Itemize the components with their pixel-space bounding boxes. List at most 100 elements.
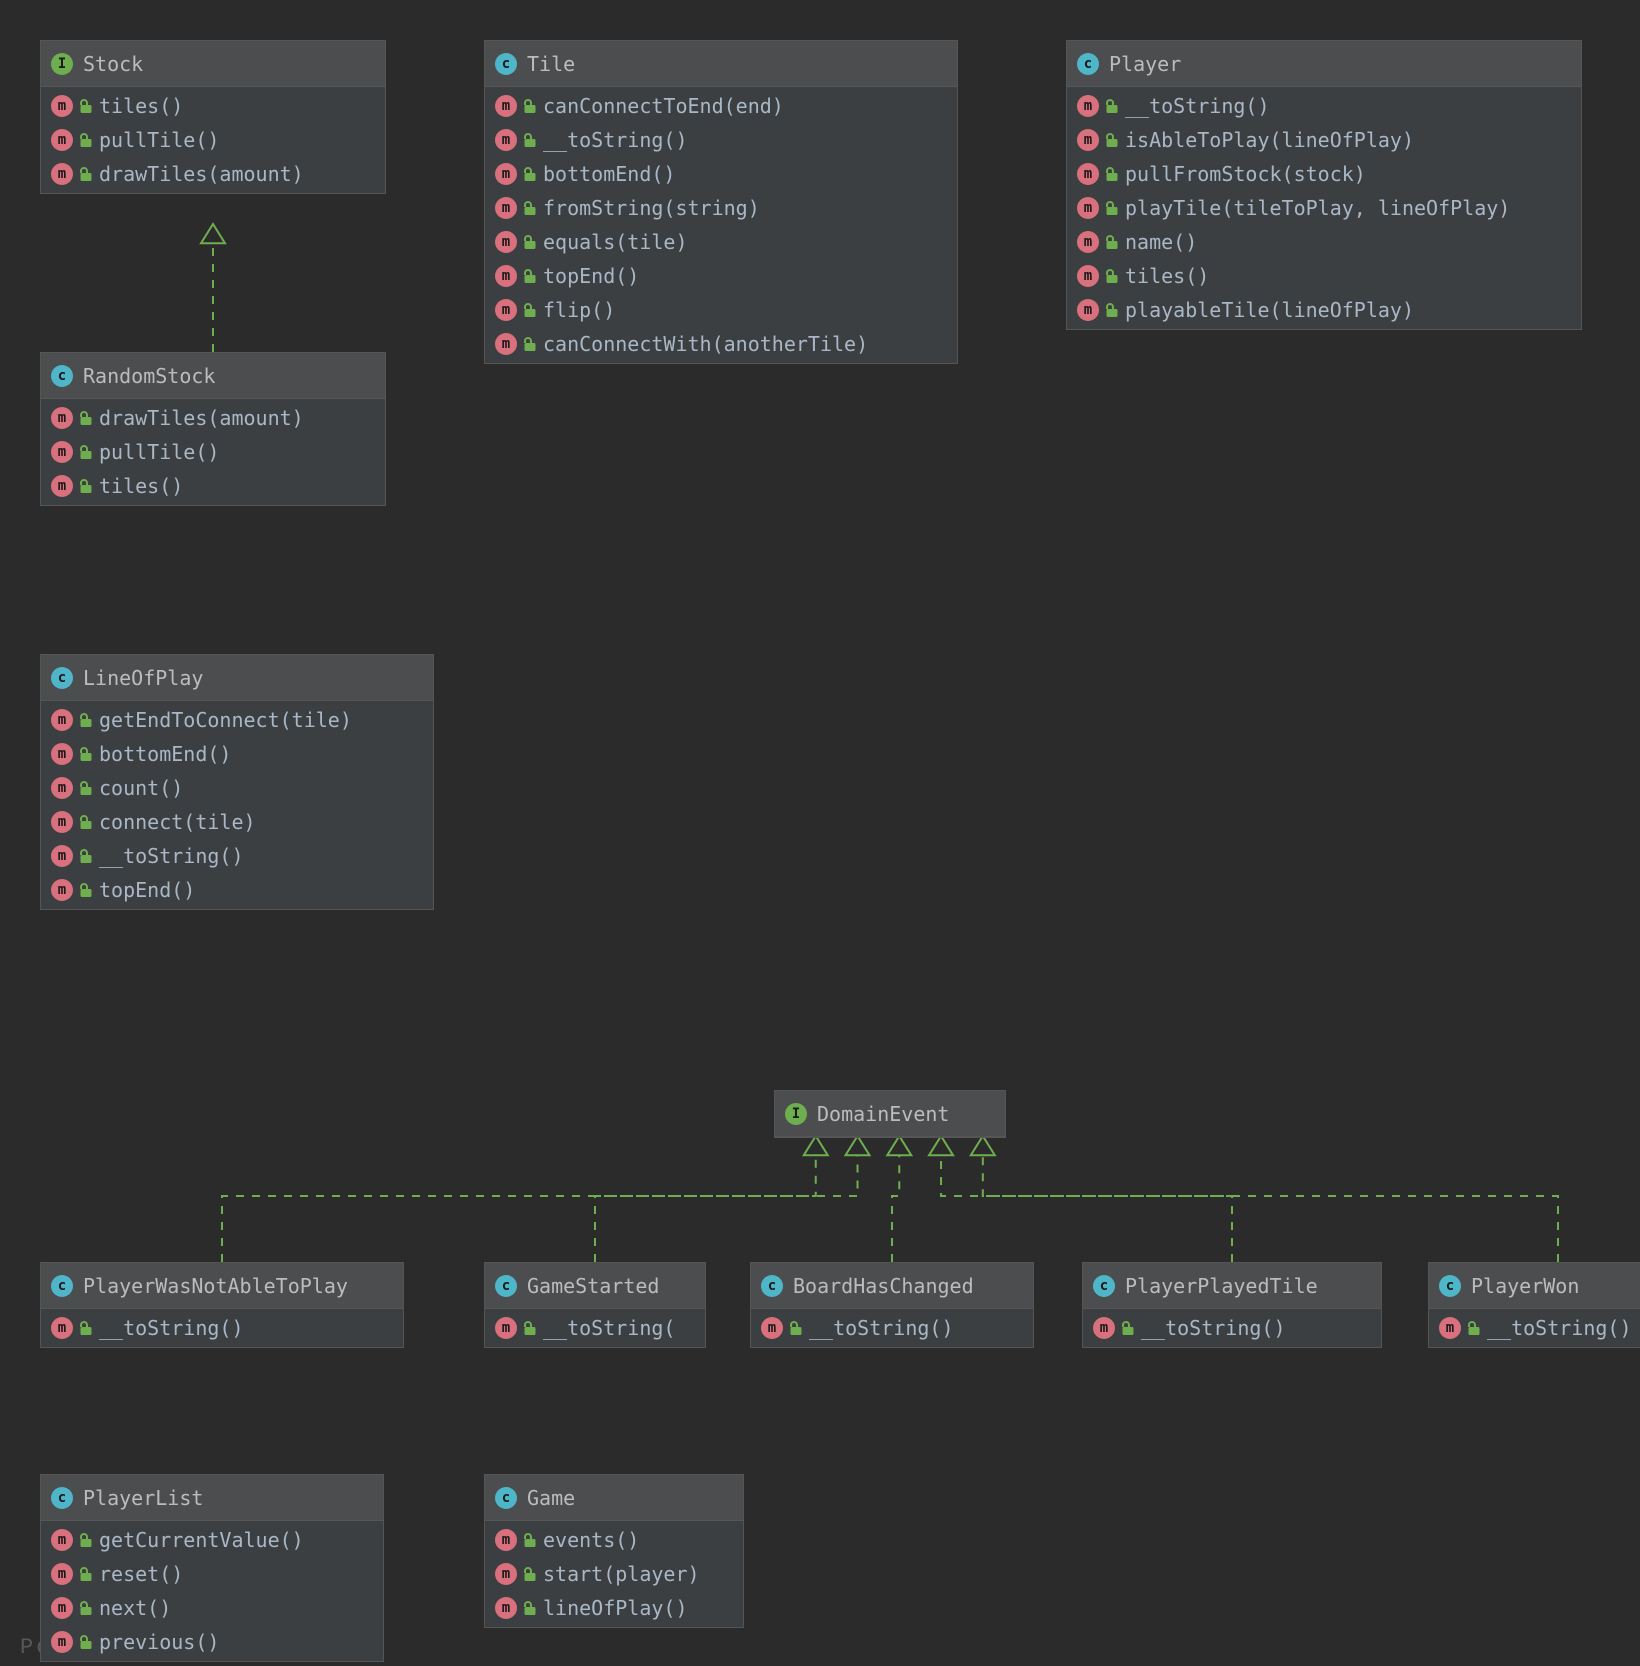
member-row[interactable]: reset() — [41, 1557, 383, 1591]
method-icon — [1093, 1317, 1115, 1339]
member-row[interactable]: count() — [41, 771, 433, 805]
method-icon — [761, 1317, 783, 1339]
member-row[interactable]: drawTiles(amount) — [41, 401, 385, 435]
member-row[interactable]: fromString(string) — [485, 191, 957, 225]
member-row[interactable]: __toString() — [1429, 1311, 1640, 1345]
member-row[interactable]: start(player) — [485, 1557, 743, 1591]
member-row[interactable]: playTile(tileToPlay, lineOfPlay) — [1067, 191, 1581, 225]
class-Player[interactable]: Player __toString() isAbleToPlay(lineOfP… — [1066, 40, 1582, 330]
member-row[interactable]: canConnectToEnd(end) — [485, 89, 957, 123]
method-icon — [51, 845, 73, 867]
member-row[interactable]: __toString() — [1067, 89, 1581, 123]
member-signature: canConnectWith(anotherTile) — [543, 332, 868, 356]
member-row[interactable]: topEnd() — [485, 259, 957, 293]
method-icon — [1077, 163, 1099, 185]
member-row[interactable]: connect(tile) — [41, 805, 433, 839]
class-header[interactable]: Game — [485, 1475, 743, 1521]
member-signature: __toString( — [543, 1316, 675, 1340]
lock-open-icon — [1105, 234, 1119, 250]
member-row[interactable]: __toString() — [485, 123, 957, 157]
member-row[interactable]: __toString() — [41, 1311, 403, 1345]
member-row[interactable]: playableTile(lineOfPlay) — [1067, 293, 1581, 327]
class-header[interactable]: PlayerPlayedTile — [1083, 1263, 1381, 1309]
class-header[interactable]: PlayerWon — [1429, 1263, 1640, 1309]
members: __toString( — [485, 1309, 705, 1347]
class-title: Tile — [527, 52, 575, 76]
class-icon — [51, 365, 73, 387]
member-row[interactable]: bottomEnd() — [41, 737, 433, 771]
member-row[interactable]: equals(tile) — [485, 225, 957, 259]
class-GameStarted[interactable]: GameStarted __toString( — [484, 1262, 706, 1348]
class-Game[interactable]: Game events() start(player) lineOfPlay() — [484, 1474, 744, 1628]
class-header[interactable]: RandomStock — [41, 353, 385, 399]
class-RandomStock[interactable]: RandomStock drawTiles(amount) pullTile()… — [40, 352, 386, 506]
class-header[interactable]: BoardHasChanged — [751, 1263, 1033, 1309]
member-row[interactable]: __toString() — [751, 1311, 1033, 1345]
class-header[interactable]: Stock — [41, 41, 385, 87]
member-signature: pullTile() — [99, 128, 219, 152]
class-title: PlayerList — [83, 1486, 203, 1510]
class-LineOfPlay[interactable]: LineOfPlay getEndToConnect(tile) bottomE… — [40, 654, 434, 910]
member-row[interactable]: topEnd() — [41, 873, 433, 907]
member-row[interactable]: canConnectWith(anotherTile) — [485, 327, 957, 361]
method-icon — [51, 95, 73, 117]
lock-open-icon — [79, 1634, 93, 1650]
class-header[interactable]: GameStarted — [485, 1263, 705, 1309]
member-row[interactable]: getCurrentValue() — [41, 1523, 383, 1557]
member-row[interactable]: pullTile() — [41, 435, 385, 469]
member-row[interactable]: next() — [41, 1591, 383, 1625]
member-row[interactable]: flip() — [485, 293, 957, 327]
member-row[interactable]: tiles() — [41, 469, 385, 503]
class-header[interactable]: PlayerWasNotAbleToPlay — [41, 1263, 403, 1309]
class-PlayerWasNotAbleToPlay[interactable]: PlayerWasNotAbleToPlay __toString() — [40, 1262, 404, 1348]
lock-open-icon — [1105, 200, 1119, 216]
member-row[interactable]: tiles() — [41, 89, 385, 123]
class-header[interactable]: Tile — [485, 41, 957, 87]
member-signature: start(player) — [543, 1562, 700, 1586]
class-header[interactable]: Player — [1067, 41, 1581, 87]
method-icon — [1439, 1317, 1461, 1339]
method-icon — [495, 197, 517, 219]
member-row[interactable]: pullFromStock(stock) — [1067, 157, 1581, 191]
member-signature: events() — [543, 1528, 639, 1552]
member-signature: reset() — [99, 1562, 183, 1586]
class-PlayerWon[interactable]: PlayerWon __toString() — [1428, 1262, 1640, 1348]
member-signature: bottomEnd() — [99, 742, 231, 766]
member-row[interactable]: __toString() — [41, 839, 433, 873]
member-row[interactable]: bottomEnd() — [485, 157, 957, 191]
member-row[interactable]: drawTiles(amount) — [41, 157, 385, 191]
lock-open-icon — [79, 1600, 93, 1616]
class-PlayerList[interactable]: PlayerList getCurrentValue() reset() nex… — [40, 1474, 384, 1662]
member-row[interactable]: events() — [485, 1523, 743, 1557]
member-row[interactable]: previous() — [41, 1625, 383, 1659]
class-DomainEvent[interactable]: DomainEvent — [774, 1090, 1006, 1138]
member-row[interactable]: __toString() — [1083, 1311, 1381, 1345]
class-PlayerPlayedTile[interactable]: PlayerPlayedTile __toString() — [1082, 1262, 1382, 1348]
member-row[interactable]: pullTile() — [41, 123, 385, 157]
lock-open-icon — [523, 268, 537, 284]
method-icon — [1077, 299, 1099, 321]
lock-open-icon — [79, 478, 93, 494]
method-icon — [495, 1563, 517, 1585]
lock-open-icon — [79, 712, 93, 728]
member-row[interactable]: __toString( — [485, 1311, 705, 1345]
member-signature: connect(tile) — [99, 810, 256, 834]
class-header[interactable]: DomainEvent — [775, 1091, 1005, 1137]
member-row[interactable]: lineOfPlay() — [485, 1591, 743, 1625]
method-icon — [1077, 231, 1099, 253]
lock-open-icon — [523, 1600, 537, 1616]
class-header[interactable]: PlayerList — [41, 1475, 383, 1521]
lock-open-icon — [523, 1566, 537, 1582]
member-row[interactable]: tiles() — [1067, 259, 1581, 293]
method-icon — [495, 1529, 517, 1551]
member-signature: getEndToConnect(tile) — [99, 708, 352, 732]
class-icon — [495, 1275, 517, 1297]
member-row[interactable]: getEndToConnect(tile) — [41, 703, 433, 737]
class-header[interactable]: LineOfPlay — [41, 655, 433, 701]
method-icon — [51, 777, 73, 799]
class-Tile[interactable]: Tile canConnectToEnd(end) __toString() b… — [484, 40, 958, 364]
class-BoardHasChanged[interactable]: BoardHasChanged __toString() — [750, 1262, 1034, 1348]
member-row[interactable]: name() — [1067, 225, 1581, 259]
class-Stock[interactable]: Stock tiles() pullTile() drawTiles(amoun… — [40, 40, 386, 194]
member-row[interactable]: isAbleToPlay(lineOfPlay) — [1067, 123, 1581, 157]
